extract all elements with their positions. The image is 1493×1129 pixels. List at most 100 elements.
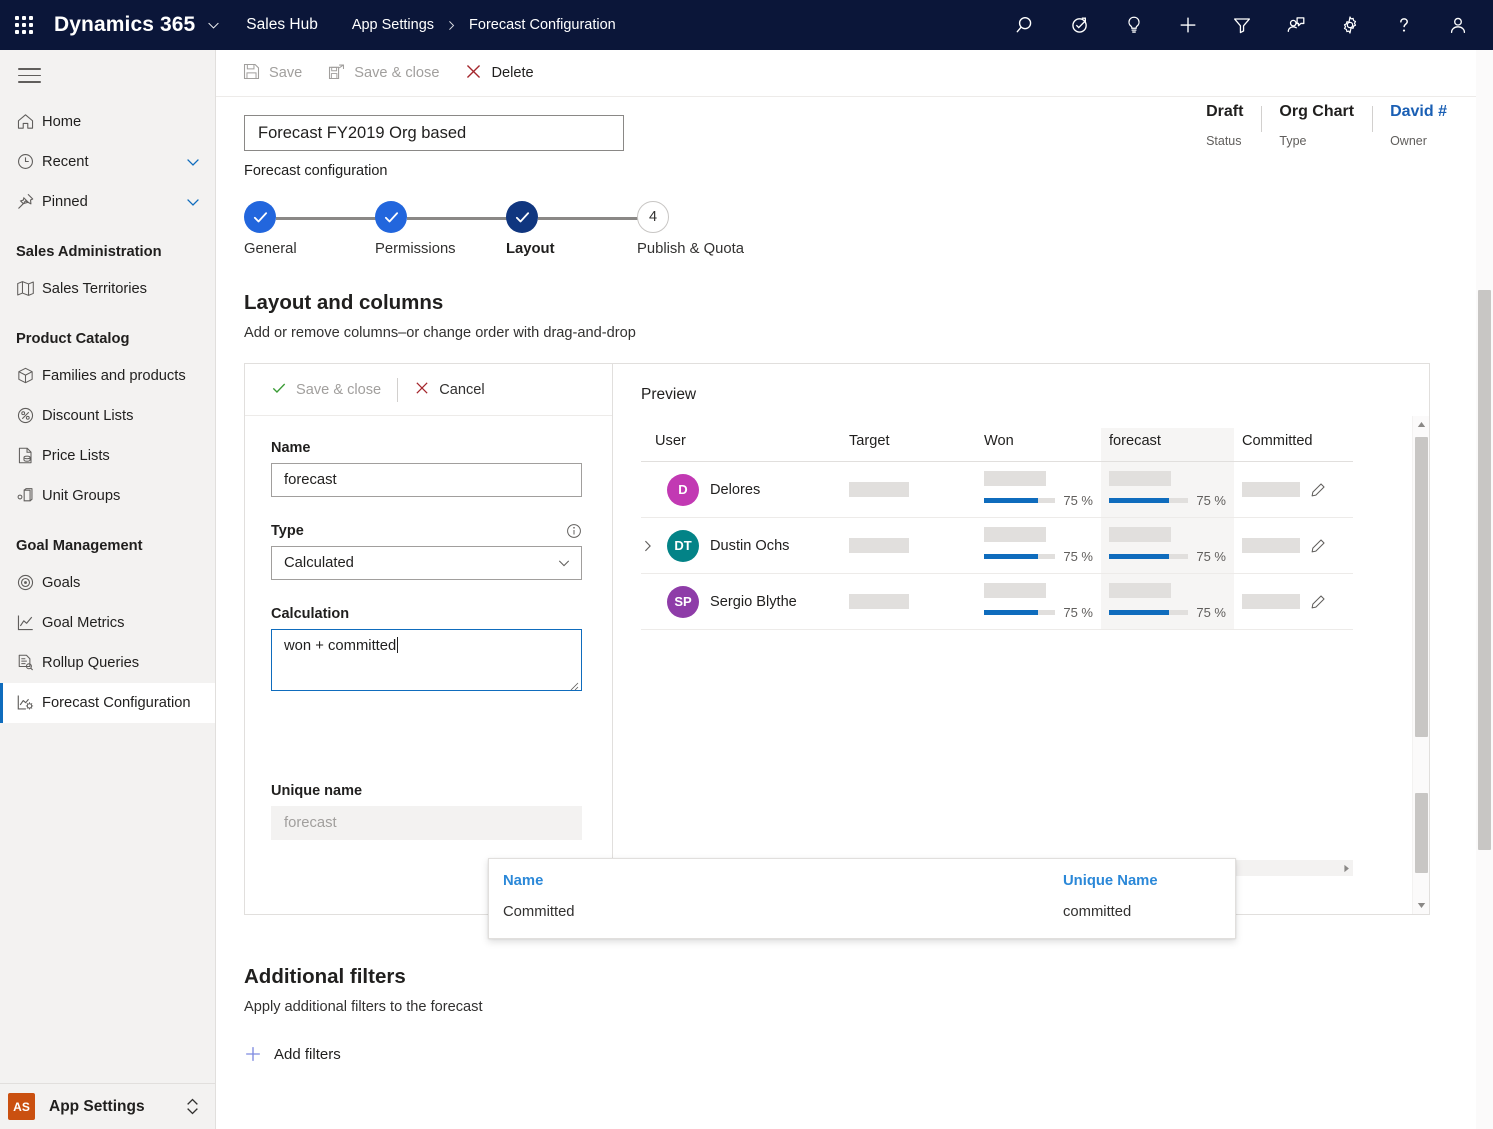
edit-pencil-icon[interactable]	[1310, 594, 1326, 610]
editor-cancel-button[interactable]: Cancel	[402, 374, 496, 406]
sidebar-item-goals[interactable]: Goals	[0, 563, 215, 603]
filter-icon[interactable]	[1215, 0, 1269, 50]
preview-user-name: Sergio Blythe	[710, 594, 797, 610]
name-input[interactable]: forecast	[271, 463, 582, 497]
preview-column-header-committed[interactable]: Committed	[1234, 428, 1353, 462]
breadcrumb-item-forecast-configuration[interactable]: Forecast Configuration	[469, 17, 616, 33]
delete-label: Delete	[491, 65, 533, 81]
progress-bar	[984, 610, 1055, 615]
app-name-label[interactable]: Sales Hub	[246, 16, 318, 34]
page-scroll-track[interactable]	[1476, 50, 1493, 1129]
calculation-textarea[interactable]: won + committed	[271, 629, 582, 691]
table-row[interactable]: DTDustin Ochs75 %75 %	[641, 518, 1353, 574]
app-switcher-updown-icon[interactable]	[184, 1097, 201, 1116]
stepper-step-permissions[interactable]: Permissions	[375, 201, 407, 257]
preview-cell-user: DTDustin Ochs	[641, 518, 841, 574]
sidebar-item-rollup-queries[interactable]: Rollup Queries	[0, 643, 215, 683]
sidebar-item-goal-metrics[interactable]: Goal Metrics	[0, 603, 215, 643]
masked-value	[1242, 594, 1300, 609]
forecast-name-value: Forecast FY2019 Org based	[258, 124, 466, 143]
stepper-step-publish-quota[interactable]: 4Publish & Quota	[637, 201, 669, 257]
sidebar-item-families-and-products[interactable]: Families and products	[0, 356, 215, 396]
page-vertical-scrollbar[interactable]	[1476, 50, 1493, 1129]
sidebar-item-label: Unit Groups	[42, 488, 201, 504]
progress-bar	[984, 554, 1055, 559]
autocomplete-option-name: Committed	[503, 904, 575, 920]
sidebar-item-price-lists[interactable]: Price Lists	[0, 436, 215, 476]
chevron-down-icon[interactable]	[185, 154, 201, 170]
stepper-step-layout[interactable]: Layout	[506, 201, 538, 257]
text-caret	[397, 637, 398, 653]
info-icon[interactable]	[566, 523, 582, 539]
sidebar-item-forecast-configuration[interactable]: Forecast Configuration	[0, 683, 215, 723]
unique-name-value: forecast	[284, 815, 337, 831]
masked-value	[1242, 482, 1300, 497]
preview-cell-forecast: 75 %	[1101, 518, 1234, 574]
expand-chevron-right-icon[interactable]	[641, 539, 667, 553]
preview-column-header-target[interactable]: Target	[841, 428, 976, 462]
scroll-right-arrow-icon[interactable]	[1339, 860, 1353, 876]
field-calculation: Calculation won + committed	[271, 606, 582, 691]
rollup-icon	[16, 653, 42, 672]
chevron-down-icon[interactable]	[185, 194, 201, 210]
type-label: Type	[1279, 134, 1354, 148]
filters-title: Additional filters	[244, 965, 1493, 989]
save-button[interactable]: Save	[232, 57, 313, 90]
sidebar-item-unit-groups[interactable]: Unit Groups	[0, 476, 215, 516]
stepper-connector	[407, 217, 512, 220]
unique-name-input: forecast	[271, 806, 582, 840]
preview-cell-forecast: 75 %	[1101, 462, 1234, 518]
sidebar-item-discount-lists[interactable]: Discount Lists	[0, 396, 215, 436]
delete-button[interactable]: Delete	[454, 57, 544, 90]
app-launcher-icon[interactable]	[0, 0, 48, 50]
add-icon[interactable]	[1161, 0, 1215, 50]
masked-value	[1242, 538, 1300, 553]
gear-icon[interactable]	[1323, 0, 1377, 50]
table-row[interactable]: SPSergio Blythe75 %75 %	[641, 574, 1353, 630]
textarea-resize-handle[interactable]	[569, 679, 579, 689]
sidebar-collapse-icon[interactable]	[0, 50, 215, 98]
preview-column-header-user[interactable]: User	[641, 428, 841, 462]
field-type-label-text: Type	[271, 523, 304, 539]
brand-chevron-down-icon[interactable]	[207, 19, 220, 32]
owner-value[interactable]: David #	[1390, 103, 1447, 121]
stepper-label: Layout	[506, 241, 538, 257]
breadcrumb-item-app-settings[interactable]: App Settings	[352, 17, 434, 33]
forecast-name-input[interactable]: Forecast FY2019 Org based	[244, 115, 624, 151]
type-select[interactable]: Calculated	[271, 546, 582, 580]
map-icon	[16, 279, 42, 298]
wizard-stepper: General Permissions Layout 4Publish & Quota	[244, 201, 714, 263]
edit-pencil-icon[interactable]	[1310, 482, 1326, 498]
sidebar-item-sales-territories[interactable]: Sales Territories	[0, 269, 215, 309]
preview-column-header-won[interactable]: Won	[976, 428, 1101, 462]
form-scroll-region: Forecast FY2019 Org based Draft Status O…	[216, 97, 1493, 1129]
save-and-close-button[interactable]: Save & close	[317, 57, 450, 90]
search-icon[interactable]	[999, 0, 1053, 50]
table-row[interactable]: DDelores75 %75 %	[641, 462, 1353, 518]
app-switcher[interactable]: AS App Settings	[0, 1083, 215, 1129]
user-profile-icon[interactable]	[1431, 0, 1485, 50]
autocomplete-option-committed[interactable]: Committed committed	[489, 898, 1235, 938]
add-filters-button[interactable]: Add filters	[244, 1045, 341, 1063]
progress-percent-label: 75 %	[1063, 493, 1093, 508]
progress-percent-label: 75 %	[1196, 549, 1226, 564]
assistant-icon[interactable]	[1053, 0, 1107, 50]
avatar: SP	[667, 586, 699, 618]
status-value: Draft	[1206, 103, 1243, 121]
idea-icon[interactable]	[1107, 0, 1161, 50]
sidebar-item-label: Families and products	[42, 368, 201, 384]
help-icon[interactable]	[1377, 0, 1431, 50]
preview-table-header-row: UserTargetWonforecastCommitted	[641, 428, 1353, 462]
sidebar-item-recent[interactable]: Recent	[0, 142, 215, 182]
sidebar-item-pinned[interactable]: Pinned	[0, 182, 215, 222]
stepper-connector	[538, 217, 643, 220]
sidebar-item-label: Sales Territories	[42, 281, 201, 297]
edit-pencil-icon[interactable]	[1310, 538, 1326, 554]
stepper-step-general[interactable]: General	[244, 201, 276, 257]
relationship-assistant-icon[interactable]	[1269, 0, 1323, 50]
save-and-close-label: Save & close	[354, 65, 439, 81]
progress-bar	[984, 498, 1055, 503]
sidebar-item-home[interactable]: Home	[0, 102, 215, 142]
preview-column-header-forecast[interactable]: forecast	[1101, 428, 1234, 462]
editor-save-and-close-button[interactable]: Save & close	[259, 374, 393, 406]
